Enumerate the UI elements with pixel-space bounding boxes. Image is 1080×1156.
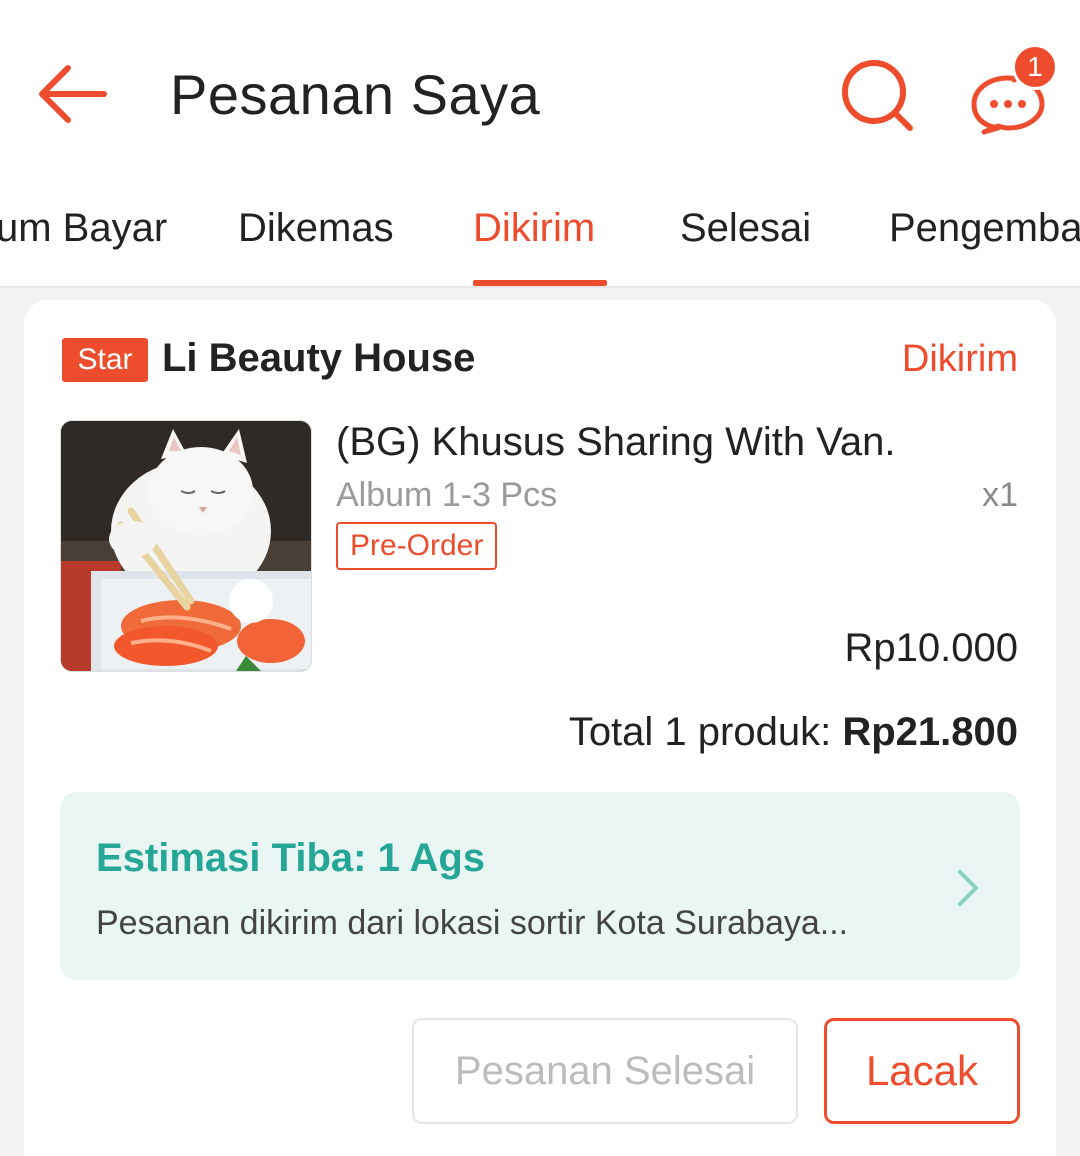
order-card[interactable]: Star Li Beauty House Dikirim (BG) Khusus… (24, 300, 1056, 1156)
product-name[interactable]: (BG) Khusus Sharing With Van. (336, 420, 896, 465)
track-button[interactable]: Lacak (824, 1018, 1020, 1124)
total-amount: Rp21.800 (842, 710, 1018, 754)
top-bar: Pesanan Saya 1 (0, 0, 1080, 186)
product-variant: Album 1-3 Pcs (336, 476, 558, 514)
tab-belum-bayar[interactable]: um Bayar (0, 206, 167, 251)
shop-name[interactable]: Li Beauty House (162, 336, 475, 381)
active-tab-indicator (473, 280, 607, 286)
order-complete-button[interactable]: Pesanan Selesai (412, 1018, 798, 1124)
chevron-right-icon (958, 870, 978, 906)
chat-button[interactable]: 1 (964, 40, 1064, 136)
shipping-status-message: Pesanan dikirim dari lokasi sortir Kota … (96, 904, 849, 942)
product-price: Rp10.000 (844, 626, 1018, 670)
cat-sashimi-image (61, 421, 311, 671)
order-status-label: Dikirim (901, 338, 1018, 380)
tab-selesai[interactable]: Selesai (680, 206, 811, 251)
total-label: Total 1 produk: (568, 710, 832, 754)
notification-badge: 1 (1012, 44, 1058, 90)
estimated-arrival: Estimasi Tiba: 1 Ags (96, 836, 486, 880)
search-icon (842, 60, 913, 131)
shipping-info-box[interactable]: Estimasi Tiba: 1 Ags Pesanan dikirim dar… (60, 792, 1020, 980)
star-seller-badge: Star (62, 338, 148, 382)
back-button[interactable] (34, 58, 112, 130)
tab-pengembalian[interactable]: Pengemba (889, 206, 1080, 251)
tab-dikemas[interactable]: Dikemas (238, 206, 394, 251)
product-quantity: x1 (982, 476, 1018, 514)
preorder-tag: Pre-Order (336, 522, 498, 570)
tab-dikirim[interactable]: Dikirim (473, 206, 595, 251)
arrow-left-icon (39, 65, 107, 123)
page-title: Pesanan Saya (170, 63, 541, 126)
order-total: Total 1 produk: Rp21.800 (569, 710, 1018, 755)
order-status-tabs: um Bayar Dikemas Dikirim Selesai Pengemb… (0, 186, 1080, 288)
product-image[interactable] (60, 420, 312, 672)
app-root: Pesanan Saya 1 um Bayar Dikemas Dikirim … (0, 0, 1080, 1156)
search-button[interactable] (838, 58, 918, 134)
